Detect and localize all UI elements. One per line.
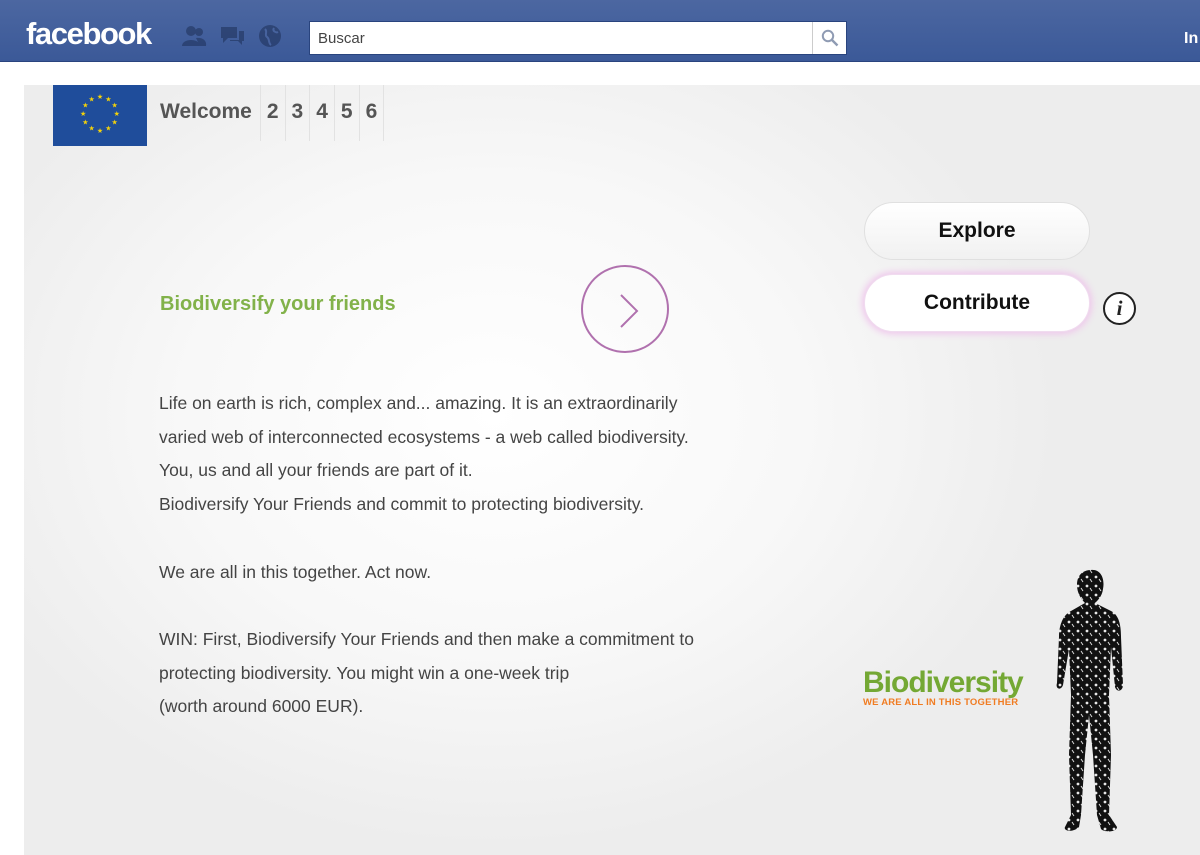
explore-button[interactable]: Explore	[864, 202, 1090, 260]
logo-word: Biodiversity	[863, 666, 1024, 699]
search-icon	[821, 29, 839, 47]
search-box	[309, 21, 847, 55]
intro-text: Life on earth is rich, complex and... am…	[159, 387, 799, 724]
tab-5[interactable]: 5	[335, 85, 360, 141]
chevron-right-icon	[620, 294, 639, 328]
tab-4[interactable]: 4	[310, 85, 335, 141]
intro-line: Biodiversify Your Friends and commit to …	[159, 494, 645, 515]
search-button[interactable]	[812, 22, 846, 54]
intro-line: protecting biodiversity. You might win a…	[159, 662, 570, 683]
tab-6[interactable]: 6	[360, 85, 385, 141]
intro-line: You, us and all your friends are part of…	[159, 460, 473, 481]
species-silhouette-figure	[1056, 569, 1123, 832]
facebook-logo[interactable]: facebook	[26, 16, 152, 52]
tab-3[interactable]: 3	[286, 85, 311, 141]
messages-icon[interactable]	[219, 24, 245, 48]
tab-2[interactable]: 2	[261, 85, 286, 141]
friends-icon[interactable]	[181, 24, 207, 48]
search-input[interactable]	[310, 22, 810, 54]
facebook-top-bar: facebook In	[0, 0, 1200, 62]
notifications-globe-icon[interactable]	[257, 24, 283, 48]
page-headline: Biodiversify your friends	[160, 293, 396, 315]
info-icon[interactable]: i	[1103, 292, 1136, 325]
svg-text:★: ★	[105, 125, 111, 133]
svg-text:★: ★	[80, 110, 86, 118]
app-canvas: ★ ★ ★ ★ ★ ★ ★ ★ ★ ★ ★ ★ Welcome 2 3 4 5 …	[24, 85, 1200, 855]
intro-line: varied web of interconnected ecosystems …	[159, 426, 689, 447]
intro-line: We are all in this together. Act now.	[159, 561, 432, 582]
contribute-button[interactable]: Contribute	[864, 274, 1090, 332]
top-nav-link[interactable]: In	[1184, 30, 1198, 48]
tab-welcome[interactable]: Welcome	[154, 85, 261, 141]
intro-line: WIN: First, Biodiversify Your Friends an…	[159, 628, 694, 649]
svg-text:★: ★	[111, 102, 117, 110]
svg-text:★: ★	[114, 110, 120, 118]
svg-text:★: ★	[111, 118, 117, 126]
intro-line: (worth around 6000 EUR).	[159, 696, 364, 717]
biodiversity-logo: Biodiversity WE ARE ALL IN THIS TOGETHER	[863, 666, 1024, 709]
svg-text:★: ★	[97, 127, 103, 135]
next-arrow-button[interactable]	[581, 265, 669, 353]
app-tabs: Welcome 2 3 4 5 6	[154, 85, 385, 141]
svg-text:★: ★	[97, 93, 103, 101]
svg-text:★: ★	[88, 95, 94, 103]
eu-flag-icon: ★ ★ ★ ★ ★ ★ ★ ★ ★ ★ ★ ★	[53, 85, 147, 146]
logo-tagline: WE ARE ALL IN THIS TOGETHER	[863, 697, 1019, 708]
intro-line: Life on earth is rich, complex and... am…	[159, 393, 678, 413]
svg-text:★: ★	[88, 125, 94, 133]
svg-text:★: ★	[82, 118, 88, 126]
